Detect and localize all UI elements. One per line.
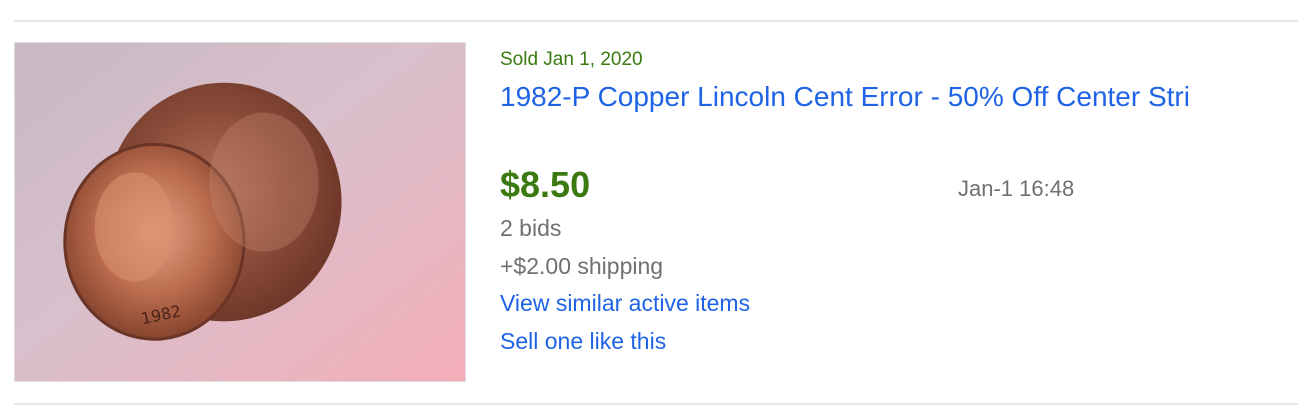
view-similar-link[interactable]: View similar active items — [500, 289, 750, 317]
listing-thumbnail[interactable]: 1982 — [14, 42, 466, 382]
bottom-divider — [14, 403, 1298, 405]
end-time: Jan-1 16:48 — [958, 176, 1075, 201]
bid-count: 2 bids — [500, 215, 562, 241]
coin-photo-icon: 1982 — [15, 43, 465, 381]
listing-title-link[interactable]: 1982-P Copper Lincoln Cent Error - 50% O… — [500, 80, 1298, 114]
listing-details: Sold Jan 1, 2020 1982-P Copper Lincoln C… — [500, 0, 1298, 406]
shipping-cost: +$2.00 shipping — [500, 253, 664, 279]
sell-one-link[interactable]: Sell one like this — [500, 327, 666, 355]
sold-listing-item: 1982 Sold Jan 1, 2020 1982-P Copper Linc… — [0, 0, 1298, 406]
sold-price: $8.50 — [500, 164, 591, 205]
sold-date: Sold Jan 1, 2020 — [500, 49, 643, 70]
